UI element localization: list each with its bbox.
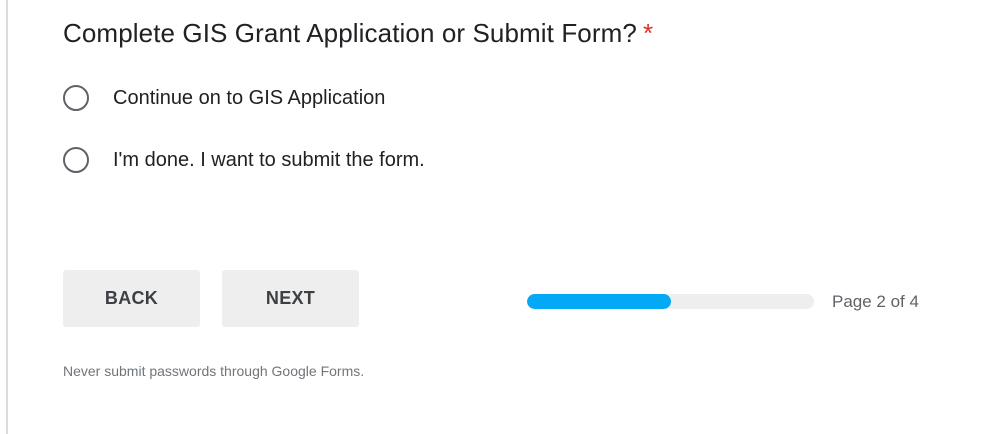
question-title-text: Complete GIS Grant Application or Submit… [63,18,637,48]
radio-option-submit[interactable]: I'm done. I want to submit the form. [63,145,425,175]
form-page: Complete GIS Grant Application or Submit… [0,0,1000,434]
progress-bar-fill [527,294,671,309]
radio-button-continue[interactable] [63,85,89,111]
radio-option-continue[interactable]: Continue on to GIS Application [63,83,385,113]
radio-option-label: Continue on to GIS Application [113,86,386,109]
next-button[interactable]: NEXT [222,270,359,327]
page-indicator: Page 2 of 4 [832,292,919,311]
progress-bar [527,294,814,309]
card-left-border [6,0,8,434]
radio-button-submit[interactable] [63,147,89,173]
back-button[interactable]: BACK [63,270,200,327]
question-title: Complete GIS Grant Application or Submit… [63,18,653,49]
password-warning-note: Never submit passwords through Google Fo… [63,363,365,379]
radio-option-label: I'm done. I want to submit the form. [113,148,425,171]
required-asterisk: * [642,18,654,48]
